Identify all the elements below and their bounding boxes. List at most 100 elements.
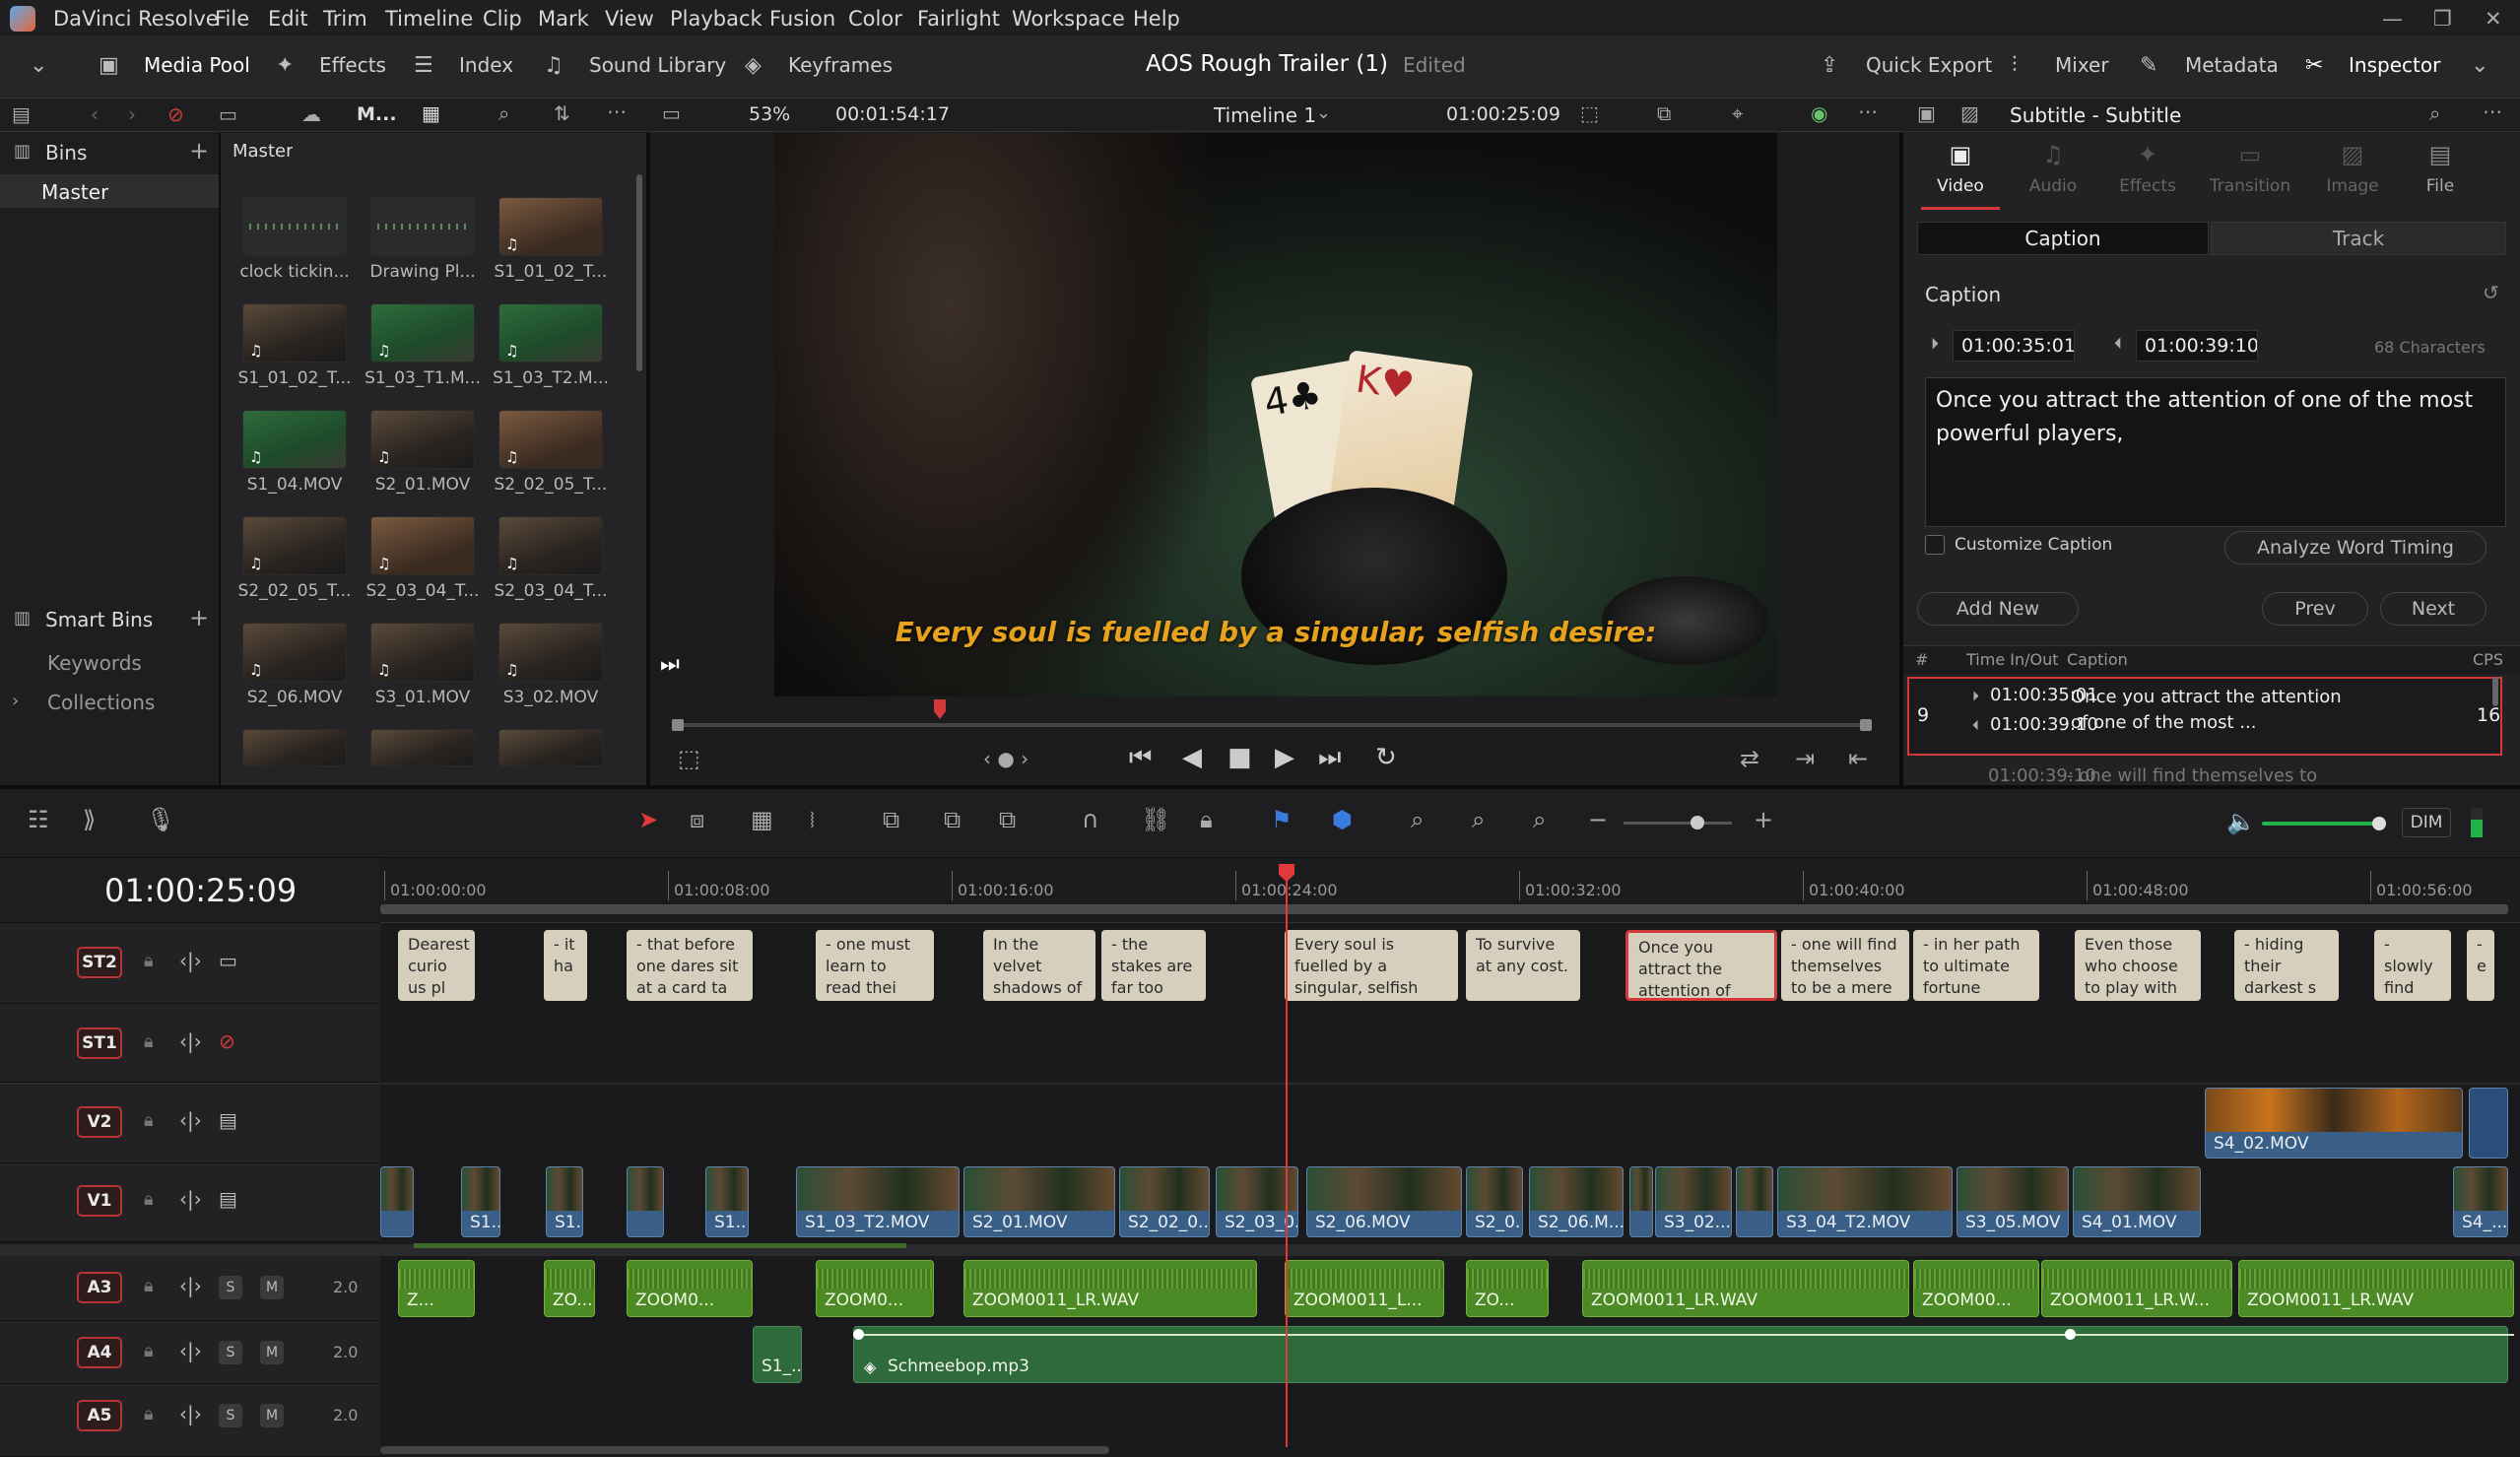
- volume-keyframe[interactable]: [853, 1329, 864, 1340]
- close-icon[interactable]: ✕: [2485, 7, 2502, 31]
- subtitle-clip[interactable]: - e: [2467, 930, 2494, 1001]
- clip-thumbnail[interactable]: ♫: [370, 516, 475, 575]
- video-clip[interactable]: S3_04_T2.MOV: [1777, 1166, 1953, 1237]
- collapse-icon[interactable]: ⌄: [30, 53, 47, 78]
- overwrite-clip-icon[interactable]: ⧉: [944, 806, 961, 833]
- menu-file[interactable]: File: [215, 7, 249, 31]
- chevron-down-icon[interactable]: ⌄: [1316, 102, 1331, 123]
- auto-select-icon[interactable]: ‹|›: [179, 1274, 202, 1297]
- audio-clip[interactable]: ZOOM00...: [1913, 1260, 2039, 1317]
- clip-thumbnail[interactable]: ♫: [498, 303, 603, 363]
- index-button[interactable]: Index: [459, 53, 513, 77]
- video-clip[interactable]: S4_02.MOV: [2205, 1088, 2463, 1159]
- track-label-a4[interactable]: A4: [77, 1337, 122, 1368]
- jog-icon[interactable]: ‹ ● ›: [983, 747, 1028, 770]
- sound-library-button[interactable]: Sound Library: [589, 53, 726, 77]
- clip-thumbnail[interactable]: ♫: [498, 410, 603, 469]
- metadata-icon[interactable]: ✎: [2140, 53, 2157, 78]
- lock-icon[interactable]: 🔒︎: [144, 951, 154, 971]
- subtitle-clip[interactable]: - hiding their darkest s: [2234, 930, 2339, 1001]
- timeline-options-icon[interactable]: ☷: [28, 806, 49, 833]
- dim-button[interactable]: DIM: [2402, 808, 2451, 837]
- go-to-end-icon[interactable]: ⏭: [1318, 743, 1341, 773]
- end-timecode-field[interactable]: 01:00:39:10: [2136, 330, 2258, 362]
- audio-clip[interactable]: ZOOM0011_L...: [1285, 1260, 1444, 1317]
- tab-image[interactable]: ▨ Image: [2313, 141, 2392, 196]
- subtitle-clip[interactable]: - that before one dares sit at a card ta: [627, 930, 753, 1001]
- keyframes-button[interactable]: Keyframes: [788, 53, 893, 77]
- subtitle-clip[interactable]: Once you attract the attention of one of: [1625, 930, 1777, 1001]
- video-clip[interactable]: S3_05.MOV: [1956, 1166, 2069, 1237]
- track-label-a3[interactable]: A3: [77, 1272, 122, 1303]
- maximize-icon[interactable]: ❐: [2433, 7, 2452, 31]
- auto-select-icon[interactable]: ‹|›: [179, 1029, 202, 1053]
- add-bin-icon[interactable]: +: [189, 137, 209, 165]
- start-timecode-field[interactable]: 01:00:35:01: [1953, 330, 2075, 362]
- clip-thumbnail[interactable]: ♫: [370, 623, 475, 682]
- subtitle-disabled-icon[interactable]: ⊘: [219, 1029, 235, 1053]
- cloud-icon[interactable]: ☁: [301, 102, 321, 126]
- next-edit-icon[interactable]: ⇥: [1795, 745, 1815, 772]
- view-label[interactable]: M...: [357, 103, 397, 125]
- zoom-slider[interactable]: [1624, 822, 1732, 825]
- caption-list-row[interactable]: 9 ⏵ 01:00:35:01 ⏴ 01:00:39:10 Once you a…: [1907, 677, 2502, 756]
- track-label-a5[interactable]: A5: [77, 1400, 122, 1431]
- play-icon[interactable]: ▶: [1275, 743, 1294, 772]
- video-clip[interactable]: [380, 1166, 414, 1237]
- more-icon[interactable]: ⋯: [607, 99, 627, 123]
- auto-select-icon[interactable]: ‹|›: [179, 949, 202, 972]
- media-pool-button[interactable]: Media Pool: [144, 53, 250, 77]
- search-icon[interactable]: ⌕: [498, 101, 509, 125]
- subtab-caption[interactable]: Caption: [1917, 222, 2209, 255]
- add-new-button[interactable]: Add New: [1917, 592, 2079, 626]
- clip-thumbnail[interactable]: ♫: [498, 623, 603, 682]
- menu-timeline[interactable]: Timeline: [385, 7, 473, 31]
- clip-thumbnail[interactable]: ♫: [498, 197, 603, 256]
- flag-icon[interactable]: ⚑: [1271, 806, 1293, 833]
- subtab-track[interactable]: Track: [2211, 222, 2506, 255]
- audio-clip[interactable]: ZOOM0011_LR.W...: [2041, 1260, 2232, 1317]
- zoom-custom-icon[interactable]: ⌕: [1533, 806, 1546, 833]
- metadata-button[interactable]: Metadata: [2185, 53, 2279, 77]
- linked-selection-icon[interactable]: ⛓: [1141, 806, 1170, 833]
- video-track-icon[interactable]: ▤: [219, 1108, 237, 1132]
- crop-icon[interactable]: ⬚: [678, 745, 700, 772]
- chevron-right-icon[interactable]: ›: [12, 691, 19, 711]
- snapping-icon[interactable]: ∩: [1082, 806, 1099, 833]
- inspector-image-icon[interactable]: ▨: [1960, 101, 1979, 125]
- audio-clip[interactable]: ZOOM0011_LR.WAV: [1582, 1260, 1909, 1317]
- menu-fusion[interactable]: Fusion: [769, 7, 835, 31]
- video-clip[interactable]: S2_06.M...: [1529, 1166, 1624, 1237]
- clip-thumbnail[interactable]: ♫: [370, 410, 475, 469]
- subtitle-clip[interactable]: In the velvet shadows of Macau's u: [983, 930, 1095, 1001]
- inspector-button[interactable]: Inspector: [2349, 53, 2440, 77]
- add-smart-bin-icon[interactable]: +: [189, 604, 209, 631]
- tab-transition[interactable]: ▭ Transition: [2201, 141, 2299, 196]
- audio-clip[interactable]: ZO...: [544, 1260, 595, 1317]
- clip-thumbnail[interactable]: [242, 729, 347, 766]
- grid-view-icon[interactable]: ▦: [422, 101, 440, 125]
- zoom-level[interactable]: 53%: [749, 103, 790, 125]
- video-clip[interactable]: S2_06.MOV: [1306, 1166, 1462, 1237]
- nav-back-icon[interactable]: ‹: [91, 102, 99, 126]
- mixer-button[interactable]: Mixer: [2055, 53, 2109, 77]
- blade-tool-icon[interactable]: ⧘: [810, 806, 815, 833]
- marker-icon[interactable]: ⬢: [1332, 806, 1353, 833]
- match-frame-icon[interactable]: ⇄: [1740, 745, 1759, 772]
- subtitle-clip[interactable]: - the stakes are far too high to risk a …: [1101, 930, 1206, 1001]
- reset-icon[interactable]: ↺: [2483, 281, 2499, 304]
- smart-bin-collections[interactable]: Collections: [47, 691, 155, 714]
- auto-select-icon[interactable]: ‹|›: [179, 1187, 202, 1211]
- mute-button[interactable]: M: [260, 1341, 284, 1364]
- video-clip[interactable]: [1629, 1166, 1653, 1237]
- clip-thumbnail[interactable]: [370, 729, 475, 766]
- list-scrollbar[interactable]: [2492, 677, 2498, 706]
- menu-help[interactable]: Help: [1133, 7, 1180, 31]
- minimize-icon[interactable]: —: [2382, 7, 2403, 31]
- menu-edit[interactable]: Edit: [268, 7, 308, 31]
- subtitle-clip[interactable]: To survive at any cost.: [1466, 930, 1580, 1001]
- video-track-icon[interactable]: ▤: [219, 1187, 237, 1211]
- nav-forward-icon[interactable]: ›: [128, 102, 136, 126]
- timeline-scrollbar[interactable]: [380, 1446, 1109, 1454]
- sidebar-toggle-icon[interactable]: ▤: [12, 102, 31, 126]
